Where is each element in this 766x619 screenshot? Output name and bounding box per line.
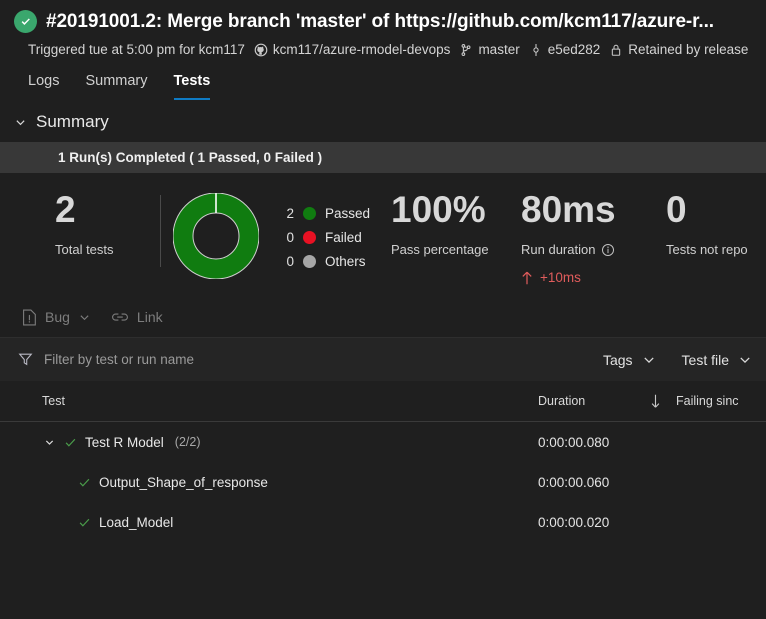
tab-logs[interactable]: Logs (28, 73, 59, 100)
run-duration-value: 80ms (521, 189, 616, 230)
stat-pass-percentage: 100% Pass percentage (391, 191, 521, 257)
legend-others-count: 0 (286, 253, 294, 269)
summary-label: Summary (36, 112, 109, 131)
tab-tests[interactable]: Tests (173, 73, 211, 100)
filter-input-group[interactable]: Filter by test or run name (18, 352, 603, 367)
stat-run-duration: 80ms Run duration +10ms (521, 191, 666, 285)
bug-button-label: Bug (45, 309, 70, 325)
chevron-down-icon (738, 353, 752, 367)
arrow-up-icon (521, 271, 533, 285)
tab-summary[interactable]: Summary (85, 73, 147, 100)
link-icon (111, 310, 129, 324)
link-button[interactable]: Link (111, 309, 163, 325)
chevron-down-icon[interactable] (78, 311, 91, 324)
failed-dot-icon (303, 230, 316, 244)
pass-percentage-caption: Pass percentage (391, 242, 489, 257)
commit-icon (529, 43, 543, 57)
total-tests-value: 2 (55, 189, 76, 230)
test-name: Test R Model (85, 434, 164, 450)
legend-failed-count: 0 (286, 229, 294, 245)
branch-icon (459, 43, 473, 57)
table-row[interactable]: Test R Model (2/2) 0:00:00.080 (0, 422, 766, 462)
pass-percentage-value: 100% (391, 189, 486, 230)
test-name: Load_Model (99, 514, 174, 530)
table-row[interactable]: Load_Model 0:00:00.020 (0, 502, 766, 542)
others-dot-icon (303, 254, 316, 268)
tests-table: Test Duration Failing sinc Test R Model … (0, 381, 766, 542)
results-donut-chart (161, 191, 271, 279)
filter-dropdowns: Tags Test file (603, 352, 752, 368)
table-row[interactable]: Output_Shape_of_response 0:00:00.060 (0, 462, 766, 502)
summary-stats: 2 Total tests 2 Passed 0 Failed 0 Others… (0, 173, 766, 291)
results-legend: 2 Passed 0 Failed 0 Others (271, 191, 391, 273)
test-file-dropdown[interactable]: Test file (682, 352, 752, 368)
test-file-dropdown-label: Test file (681, 351, 729, 368)
column-header-failing-since[interactable]: Failing sinc (676, 394, 766, 408)
tags-dropdown[interactable]: Tags (603, 352, 656, 368)
link-button-label: Link (136, 309, 163, 325)
chevron-down-icon (642, 353, 656, 367)
legend-item-others: 0 Others (285, 249, 391, 273)
column-header-duration[interactable]: Duration (538, 394, 634, 408)
commit-hash[interactable]: e5ed282 (548, 42, 601, 57)
build-metadata: Triggered tue at 5:00 pm for kcm117 kcm1… (0, 33, 766, 57)
run-status-bar: 1 Run(s) Completed ( 1 Passed, 0 Failed … (0, 142, 766, 173)
legend-passed-count: 2 (286, 205, 294, 221)
arrow-down-icon[interactable] (634, 394, 676, 408)
legend-passed-label: Passed (325, 205, 371, 221)
column-header-test[interactable]: Test (0, 394, 538, 408)
check-icon (78, 476, 91, 489)
passed-dot-icon (303, 206, 316, 220)
tab-bar: Logs Summary Tests (0, 57, 766, 100)
build-title-row: #20191001.2: Merge branch 'master' of ht… (0, 10, 766, 33)
check-icon (64, 436, 77, 449)
filter-placeholder: Filter by test or run name (44, 352, 195, 367)
github-icon (254, 43, 268, 57)
bug-report-icon (22, 309, 37, 326)
build-header: #20191001.2: Merge branch 'master' of ht… (0, 0, 766, 100)
lock-icon (609, 43, 623, 57)
stat-total-tests: 2 Total tests (0, 191, 160, 257)
legend-item-passed: 2 Passed (285, 201, 391, 225)
table-header-row: Test Duration Failing sinc (0, 381, 766, 422)
summary-section-header[interactable]: Summary (0, 100, 766, 142)
action-toolbar: Bug Link (0, 291, 766, 337)
legend-item-failed: 0 Failed (285, 225, 391, 249)
branch-name[interactable]: master (478, 42, 519, 57)
test-name: Output_Shape_of_response (99, 474, 268, 490)
filter-bar: Filter by test or run name Tags Test fil… (0, 337, 766, 381)
tests-not-reported-value: 0 (666, 189, 687, 230)
tests-not-reported-caption: Tests not repo (666, 242, 748, 257)
delta-value: +10ms (540, 270, 581, 285)
tags-dropdown-label: Tags (602, 351, 633, 368)
stat-tests-not-reported: 0 Tests not repo (666, 191, 766, 257)
bug-button[interactable]: Bug (22, 309, 91, 326)
retention-text: Retained by release (628, 42, 749, 57)
test-duration: 0:00:00.080 (538, 434, 610, 450)
legend-others-label: Others (325, 253, 366, 269)
test-count: (2/2) (174, 435, 201, 449)
page-title: #20191001.2: Merge branch 'master' of ht… (46, 10, 714, 32)
triggered-text: Triggered tue at 5:00 pm for kcm117 (28, 42, 245, 57)
chevron-down-icon (14, 116, 27, 129)
chevron-down-icon[interactable] (42, 437, 56, 448)
run-duration-delta: +10ms (521, 270, 666, 285)
test-duration: 0:00:00.060 (538, 474, 610, 490)
filter-funnel-icon (18, 352, 33, 367)
check-icon (78, 516, 91, 529)
total-tests-caption: Total tests (55, 242, 114, 257)
run-duration-caption: Run duration (521, 242, 596, 257)
repo-name[interactable]: kcm117/azure-rmodel-devops (273, 42, 451, 57)
legend-failed-label: Failed (325, 229, 362, 245)
success-check-icon (14, 10, 37, 33)
info-circle-icon[interactable] (601, 243, 615, 257)
test-duration: 0:00:00.020 (538, 514, 610, 530)
